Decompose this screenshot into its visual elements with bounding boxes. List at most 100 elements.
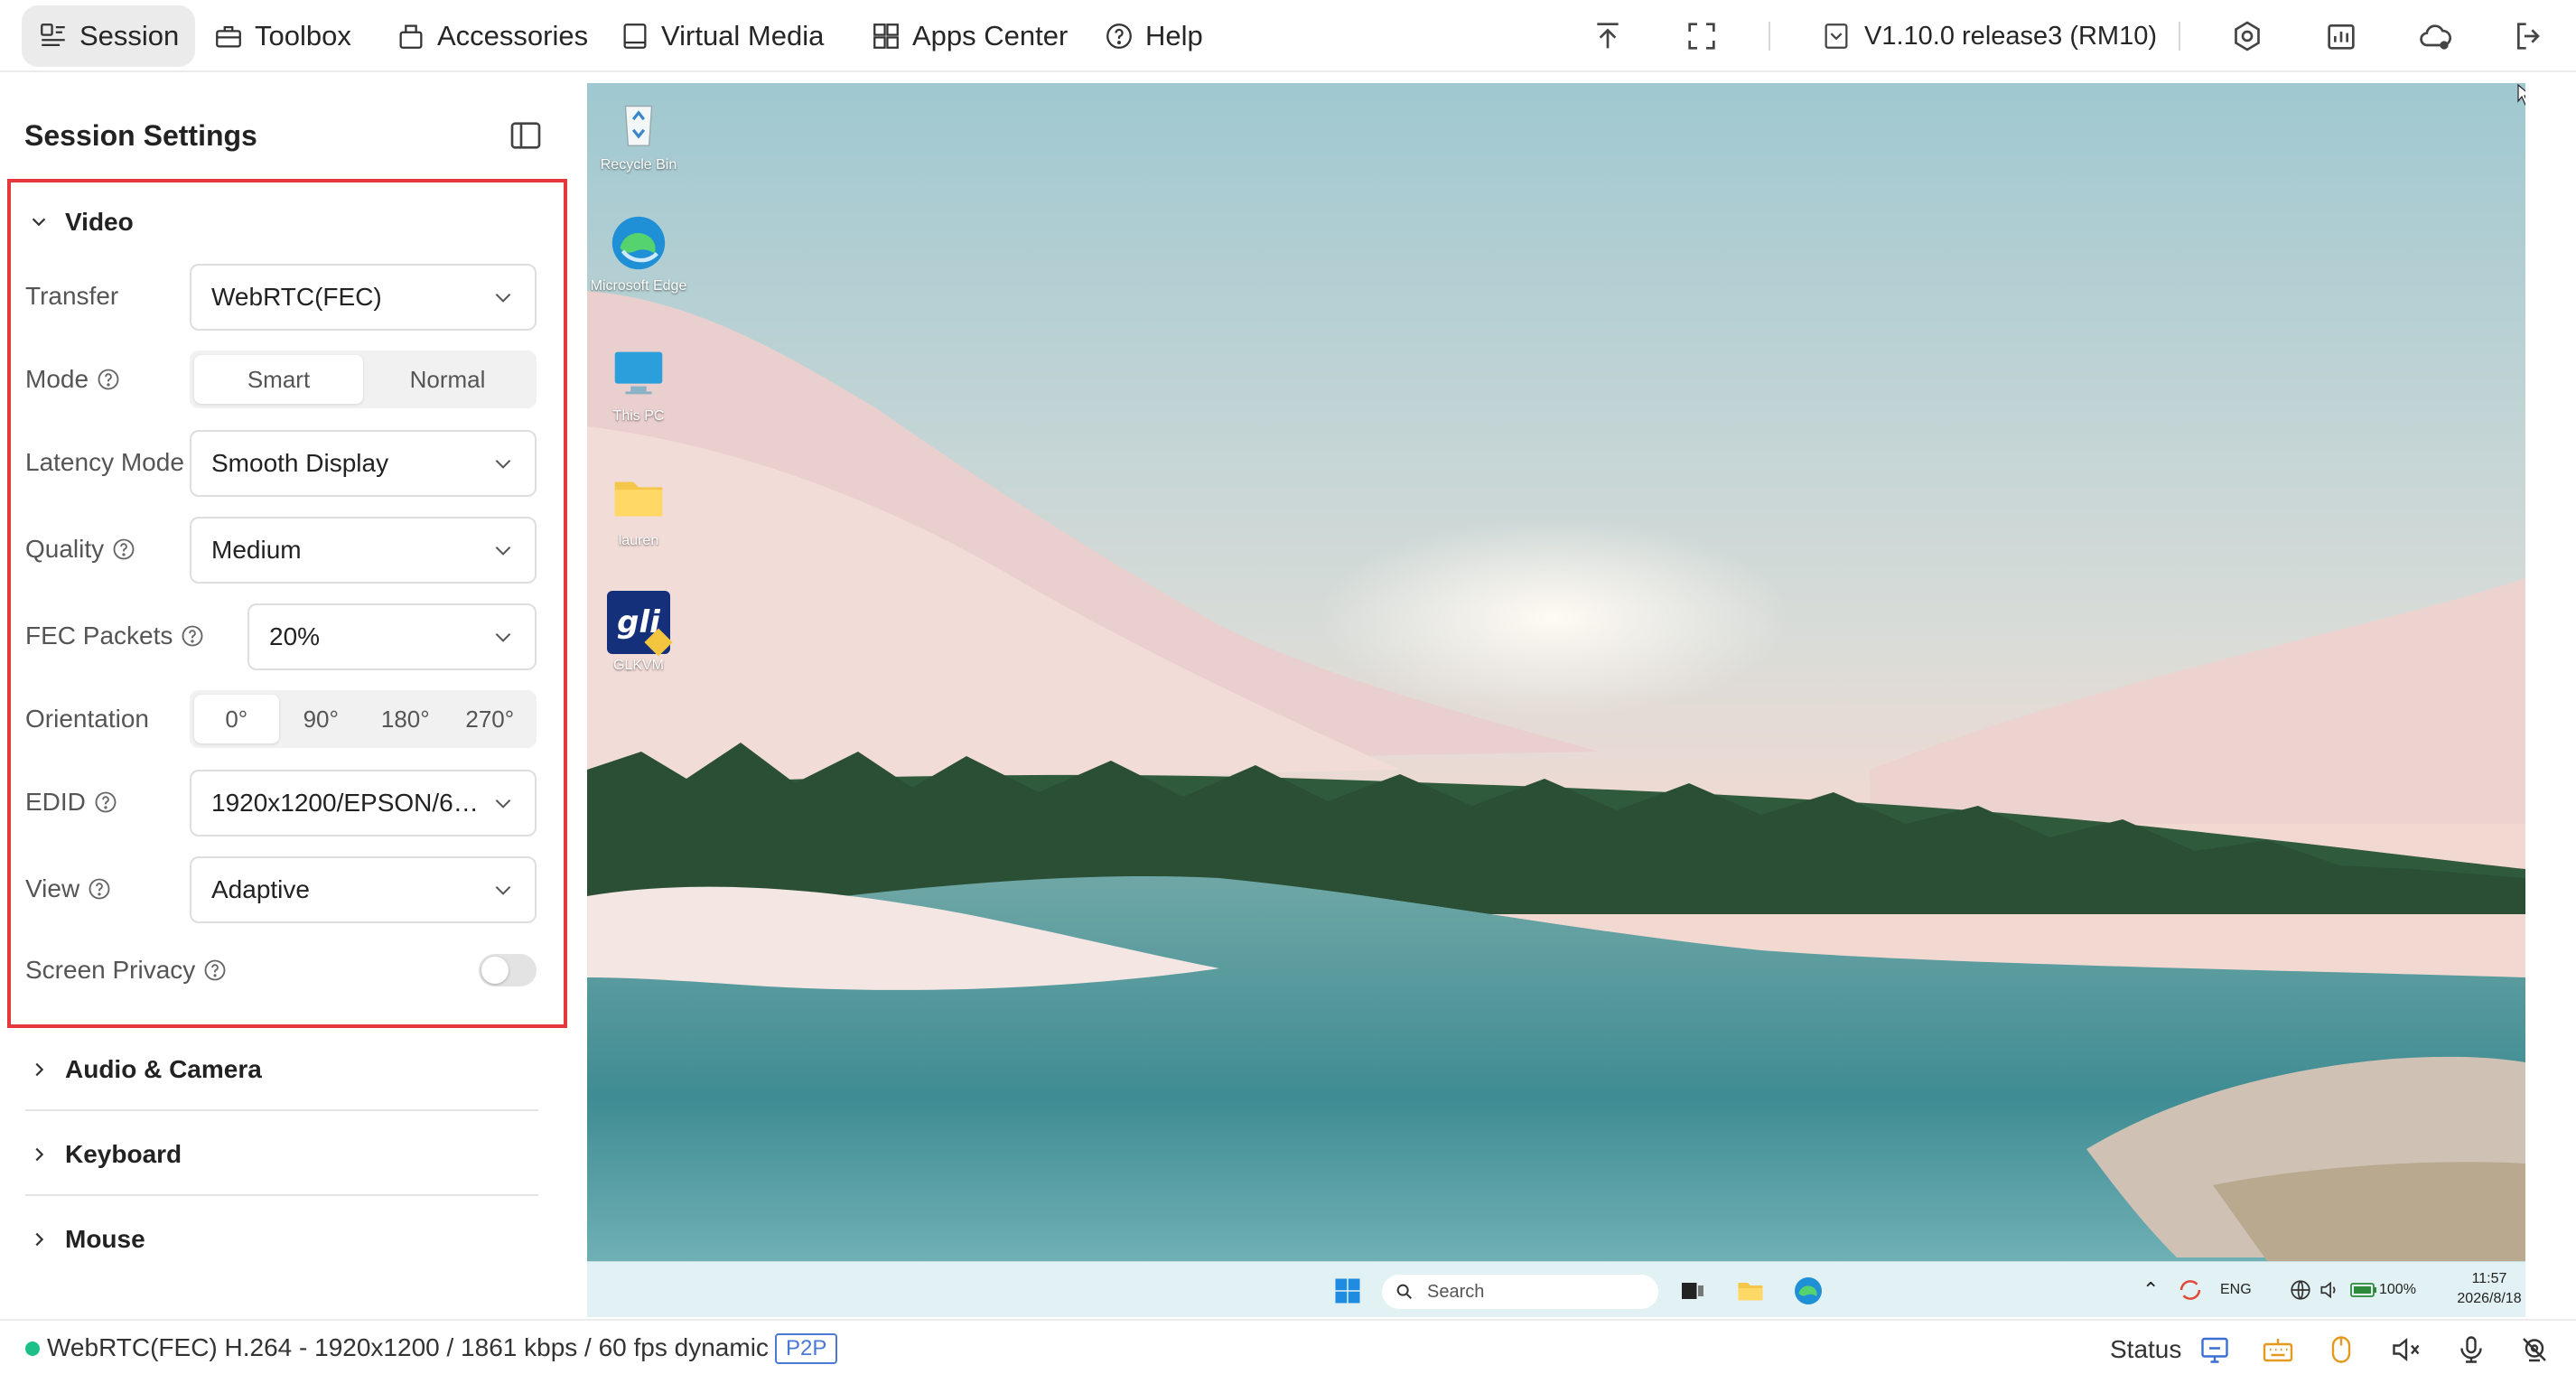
chevron-right-icon bbox=[35, 1147, 44, 1162]
orientation-option-270[interactable]: 270° bbox=[448, 695, 533, 743]
session-icon bbox=[41, 23, 65, 47]
stream-info: WebRTC(FEC) H.264 - 1920x1200 / 1861 kbp… bbox=[47, 1333, 769, 1361]
toolbar-divider bbox=[1769, 22, 1770, 51]
section-divider bbox=[25, 1194, 538, 1196]
mode-segmented: Smart Normal bbox=[190, 351, 537, 408]
mode-label: Mode bbox=[25, 360, 121, 399]
accessories-icon bbox=[399, 24, 423, 49]
toolbox-icon bbox=[216, 25, 241, 48]
desktop-wallpaper bbox=[587, 83, 2525, 1317]
mouse-cursor-icon bbox=[2517, 83, 2525, 106]
apps-center-icon bbox=[873, 23, 899, 49]
fec-packets-select[interactable]: 20% bbox=[247, 603, 537, 670]
latency-mode-select[interactable]: Smooth Display bbox=[190, 430, 537, 497]
help-icon bbox=[1106, 23, 1132, 49]
desktop-right-gutter bbox=[2534, 83, 2576, 1317]
desktop-icon-lauren[interactable]: lauren bbox=[589, 466, 688, 549]
orientation-segmented: 0° 90° 180° 270° bbox=[190, 690, 537, 748]
mode-option-smart[interactable]: Smart bbox=[194, 355, 363, 404]
toolbar-divider bbox=[2179, 22, 2180, 51]
volume-icon[interactable] bbox=[2318, 1278, 2341, 1302]
orientation-option-90[interactable]: 90° bbox=[279, 695, 364, 743]
screen-privacy-toggle[interactable] bbox=[479, 954, 537, 986]
section-video-header[interactable]: Video bbox=[29, 204, 134, 240]
help-icon[interactable] bbox=[111, 537, 136, 562]
fec-packets-label: FEC Packets bbox=[25, 616, 205, 656]
chevron-down-icon bbox=[495, 886, 511, 895]
upload-icon[interactable] bbox=[1590, 18, 1626, 54]
windows-start-icon[interactable] bbox=[1331, 1275, 1364, 1307]
edge-icon bbox=[611, 216, 666, 270]
section-mouse-header[interactable]: Mouse bbox=[29, 1221, 145, 1257]
view-select[interactable]: Adaptive bbox=[190, 856, 537, 923]
edge-taskbar-icon[interactable] bbox=[1792, 1275, 1825, 1307]
section-audio-camera-header[interactable]: Audio & Camera bbox=[29, 1052, 262, 1088]
desktop-icon-glkvm[interactable]: gli GLKVM bbox=[589, 591, 688, 674]
recycle-bin-icon bbox=[624, 105, 653, 146]
menu-toolbox[interactable]: Toolbox bbox=[197, 5, 368, 67]
menu-apps-center[interactable]: Apps Center bbox=[854, 5, 1084, 67]
help-icon[interactable] bbox=[93, 790, 118, 815]
section-keyboard-header[interactable]: Keyboard bbox=[29, 1136, 182, 1173]
display-status-icon[interactable] bbox=[2198, 1333, 2231, 1366]
chevron-right-icon bbox=[35, 1232, 44, 1247]
camera-off-icon[interactable] bbox=[2518, 1333, 2551, 1366]
menu-virtual-media[interactable]: Virtual Media bbox=[603, 5, 840, 67]
language-indicator[interactable]: ENG bbox=[2220, 1282, 2252, 1298]
desktop-icon-edge[interactable]: Microsoft Edge bbox=[589, 211, 688, 294]
version-icon bbox=[1825, 23, 1848, 49]
speaker-muted-icon[interactable] bbox=[2390, 1333, 2422, 1366]
panel-title: Session Settings bbox=[24, 119, 257, 152]
glkvm-logo-icon: gli bbox=[607, 591, 673, 657]
taskbar-date[interactable]: 2026/8/18 bbox=[2444, 1291, 2525, 1307]
remote-desktop-view[interactable]: Recycle Bin Microsoft Edge This PC laure… bbox=[587, 83, 2525, 1317]
help-icon[interactable] bbox=[202, 958, 228, 983]
tray-overflow-icon[interactable]: ⌃ bbox=[2142, 1278, 2159, 1302]
help-icon[interactable] bbox=[96, 367, 121, 392]
chevron-down-icon bbox=[495, 633, 511, 642]
sync-icon[interactable] bbox=[2177, 1276, 2204, 1304]
logout-icon[interactable] bbox=[2511, 18, 2547, 54]
transfer-select[interactable]: WebRTC(FEC) bbox=[190, 264, 537, 331]
session-settings-panel: Session Settings Video Transfer WebRTC(F… bbox=[0, 74, 578, 1317]
cloud-icon[interactable] bbox=[2417, 18, 2453, 54]
orientation-option-0[interactable]: 0° bbox=[194, 695, 279, 743]
desktop-icon-this-pc[interactable]: This PC bbox=[589, 341, 688, 425]
top-menu-bar: Session Toolbox Accessories Virtual Medi… bbox=[0, 0, 2576, 72]
chevron-down-icon bbox=[495, 799, 511, 809]
chevron-down-icon bbox=[495, 294, 511, 303]
collapse-panel-button[interactable] bbox=[508, 117, 544, 154]
edid-select[interactable]: 1920x1200/EPSON/60... bbox=[190, 770, 537, 837]
help-icon[interactable] bbox=[180, 623, 205, 649]
menu-accessories[interactable]: Accessories bbox=[379, 5, 604, 67]
connection-status-dot bbox=[25, 1341, 40, 1356]
folder-icon bbox=[614, 481, 663, 517]
windows-taskbar: Search ⌃ ENG 100% 11:57 2026/8/18 bbox=[587, 1261, 2525, 1317]
edid-label: EDID bbox=[25, 782, 118, 822]
microphone-icon[interactable] bbox=[2455, 1333, 2487, 1366]
taskbar-time[interactable]: 11:57 bbox=[2444, 1271, 2525, 1287]
file-explorer-icon[interactable] bbox=[1734, 1275, 1767, 1307]
fullscreen-icon[interactable] bbox=[1684, 18, 1720, 54]
battery-icon[interactable] bbox=[2350, 1280, 2377, 1300]
settings-icon[interactable] bbox=[2229, 18, 2265, 54]
chevron-down-icon bbox=[495, 547, 511, 556]
menu-help[interactable]: Help bbox=[1087, 5, 1219, 67]
status-bar: WebRTC(FEC) H.264 - 1920x1200 / 1861 kbp… bbox=[0, 1319, 2576, 1374]
desktop-icon-recycle-bin[interactable]: Recycle Bin bbox=[589, 90, 688, 173]
task-view-icon[interactable] bbox=[1676, 1275, 1709, 1307]
mouse-status-icon[interactable] bbox=[2325, 1333, 2357, 1366]
section-divider bbox=[25, 1109, 538, 1111]
keyboard-status-icon[interactable] bbox=[2262, 1333, 2294, 1366]
orientation-option-180[interactable]: 180° bbox=[363, 695, 448, 743]
globe-icon[interactable] bbox=[2289, 1278, 2312, 1302]
stats-icon[interactable] bbox=[2323, 18, 2359, 54]
screen-privacy-label: Screen Privacy bbox=[25, 950, 228, 990]
help-icon[interactable] bbox=[87, 876, 112, 902]
menu-session[interactable]: Session bbox=[22, 5, 196, 67]
mode-option-normal[interactable]: Normal bbox=[363, 355, 532, 404]
version-button[interactable]: V1.10.0 release3 (RM10) bbox=[1821, 5, 2157, 67]
taskbar-search[interactable]: Search bbox=[1382, 1275, 1658, 1309]
quality-select[interactable]: Medium bbox=[190, 517, 537, 584]
chevron-down-icon bbox=[32, 218, 46, 227]
